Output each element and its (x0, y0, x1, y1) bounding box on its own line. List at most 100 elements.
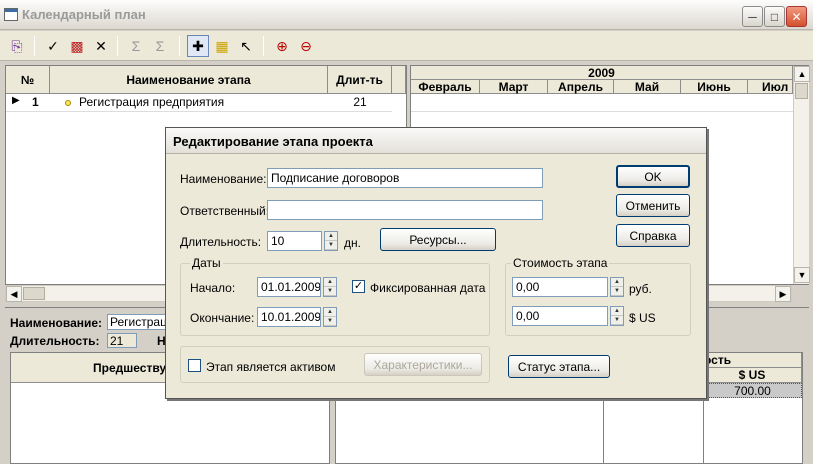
vscroll-thumb[interactable] (795, 83, 808, 99)
row-indicator-icon: ▶ (12, 95, 20, 106)
close-button[interactable]: ✕ (786, 6, 807, 27)
duration-unit: дн. (344, 236, 361, 250)
arrow-down-icon: ▼ (797, 270, 807, 280)
edit-stage-dialog: Редактирование этапа проекта Наименовани… (165, 127, 707, 399)
scroll-left-button[interactable]: ◀ (6, 286, 22, 302)
gantt-month-5: Июнь (681, 80, 748, 94)
arrow-up-icon: ▲ (797, 69, 807, 79)
end-date-spinner[interactable]: ▲ ▼ (323, 307, 337, 327)
spin-up-icon[interactable]: ▲ (324, 308, 336, 317)
cancel-button[interactable]: Отменить (616, 194, 690, 217)
duration-label: Длительность: (180, 235, 262, 249)
maximize-button[interactable]: □ (764, 6, 785, 27)
zoom-in-icon: ⊕ (276, 37, 288, 54)
help-button[interactable]: Справка (616, 224, 690, 247)
asset-checkbox[interactable] (188, 359, 201, 372)
close-icon: ✕ (791, 9, 802, 24)
table-row[interactable]: ▶ 1 Регистрация предприятия 21 (6, 94, 392, 112)
grid-header-number[interactable]: № (6, 66, 50, 94)
arrow-right-icon: ▶ (779, 288, 787, 299)
duration-spinner[interactable]: ▲ ▼ (324, 231, 338, 251)
gantt-year: 2009 (411, 66, 793, 80)
sum-left-tool-button[interactable]: Σ (125, 35, 147, 57)
pointer-tool-button[interactable]: ↖ (235, 35, 257, 57)
build-tool-button[interactable]: ▩ (66, 35, 88, 57)
grid-header-duration[interactable]: Длит-ть (328, 66, 392, 94)
scroll-right-button[interactable]: ▶ (775, 286, 791, 302)
resources-button[interactable]: Ресурсы... (380, 228, 496, 251)
pointer-icon: ↖ (240, 37, 252, 54)
spin-up-icon[interactable]: ▲ (611, 307, 623, 316)
app-icon (4, 8, 18, 21)
sum-icon: Σ (155, 38, 165, 54)
scroll-up-button[interactable]: ▲ (794, 66, 810, 82)
status-button[interactable]: Статус этапа... (508, 355, 610, 378)
spin-up-icon[interactable]: ▲ (611, 278, 623, 287)
row-duration: 21 (353, 95, 367, 109)
dates-group-title: Даты (190, 256, 223, 270)
cost-rub-input[interactable]: 0,00 (512, 277, 608, 297)
check-icon: ✓ (47, 37, 59, 54)
bottom-duration-field[interactable]: 21 (107, 333, 137, 348)
name-input[interactable]: Подписание договоров (267, 168, 543, 188)
bottom-duration-label: Длительность: (10, 334, 100, 348)
start-date-spinner[interactable]: ▲ ▼ (323, 277, 337, 297)
cost-usd-cell[interactable]: 700.00 (703, 383, 802, 398)
ok-button[interactable]: OK (616, 165, 690, 188)
toolbar-divider (117, 36, 118, 56)
spin-up-icon[interactable]: ▲ (325, 232, 337, 241)
gantt-month-4: Май (614, 80, 681, 94)
cost-usd-unit: $ US (629, 311, 656, 325)
sum-right-tool-button[interactable]: Σ (149, 35, 171, 57)
zoom-out-icon: ⊖ (300, 37, 312, 54)
spin-up-icon[interactable]: ▲ (324, 278, 336, 287)
bottom-name-field[interactable]: Регистраци (107, 314, 167, 330)
minimize-icon: ─ (748, 9, 757, 24)
scroll-down-button[interactable]: ▼ (794, 267, 810, 283)
gantt-row (411, 94, 793, 112)
end-date-input[interactable]: 10.01.2009 (257, 307, 321, 327)
spin-down-icon[interactable]: ▼ (325, 241, 337, 250)
fixed-date-checkbox[interactable]: ✓ (352, 280, 365, 293)
fixed-date-label: Фиксированная дата (370, 281, 486, 295)
arrow-left-icon: ◀ (10, 288, 18, 299)
gantt-vscrollbar[interactable]: ▲ ▼ (793, 66, 810, 284)
name-label: Наименование: (180, 172, 267, 186)
exit-tool-button[interactable]: ⎘ (6, 35, 28, 57)
select-tool-button[interactable]: ✚ (187, 35, 209, 57)
chart-build-icon: ▩ (70, 37, 84, 54)
link-tool-button[interactable]: ▦ (211, 35, 233, 57)
cost-rub-spinner[interactable]: ▲ ▼ (610, 277, 624, 297)
crosshair-icon: ✚ (192, 37, 204, 54)
start-date-input[interactable]: 01.01.2009 (257, 277, 321, 297)
responsible-input[interactable] (267, 200, 543, 220)
dialog-title: Редактирование этапа проекта (166, 128, 706, 154)
toolbar-divider (179, 36, 180, 56)
zoom-in-tool-button[interactable]: ⊕ (271, 35, 293, 57)
cost-group-title: Стоимость этапа (511, 256, 610, 270)
cost-usd-spinner[interactable]: ▲ ▼ (610, 306, 624, 326)
grid-header-name[interactable]: Наименование этапа (50, 66, 328, 94)
cost-usd-header: $ US (703, 368, 802, 383)
gantt-month-6: Июл (748, 80, 793, 94)
spin-down-icon[interactable]: ▼ (324, 317, 336, 326)
scroll-thumb[interactable] (23, 287, 45, 300)
task-bullet-icon (65, 100, 71, 106)
link-blocks-icon: ▦ (215, 37, 229, 54)
responsible-label: Ответственный: (180, 204, 270, 218)
end-label: Окончание: (190, 311, 255, 325)
toolbar-divider (34, 36, 35, 56)
spin-down-icon[interactable]: ▼ (324, 287, 336, 296)
apply-tool-button[interactable]: ✓ (42, 35, 64, 57)
delete-tool-button[interactable]: ✕ (90, 35, 112, 57)
minimize-button[interactable]: ─ (742, 6, 763, 27)
zoom-out-tool-button[interactable]: ⊖ (295, 35, 317, 57)
spin-down-icon[interactable]: ▼ (611, 287, 623, 296)
cost-usd-input[interactable]: 0,00 (512, 306, 608, 326)
characteristics-button[interactable]: Характеристики... (364, 353, 482, 376)
spin-down-icon[interactable]: ▼ (611, 316, 623, 325)
window-title: Календарный план (22, 7, 146, 22)
duration-input[interactable]: 10 (267, 231, 322, 251)
delete-icon: ✕ (95, 37, 107, 54)
gantt-month-2: Март (480, 80, 548, 94)
